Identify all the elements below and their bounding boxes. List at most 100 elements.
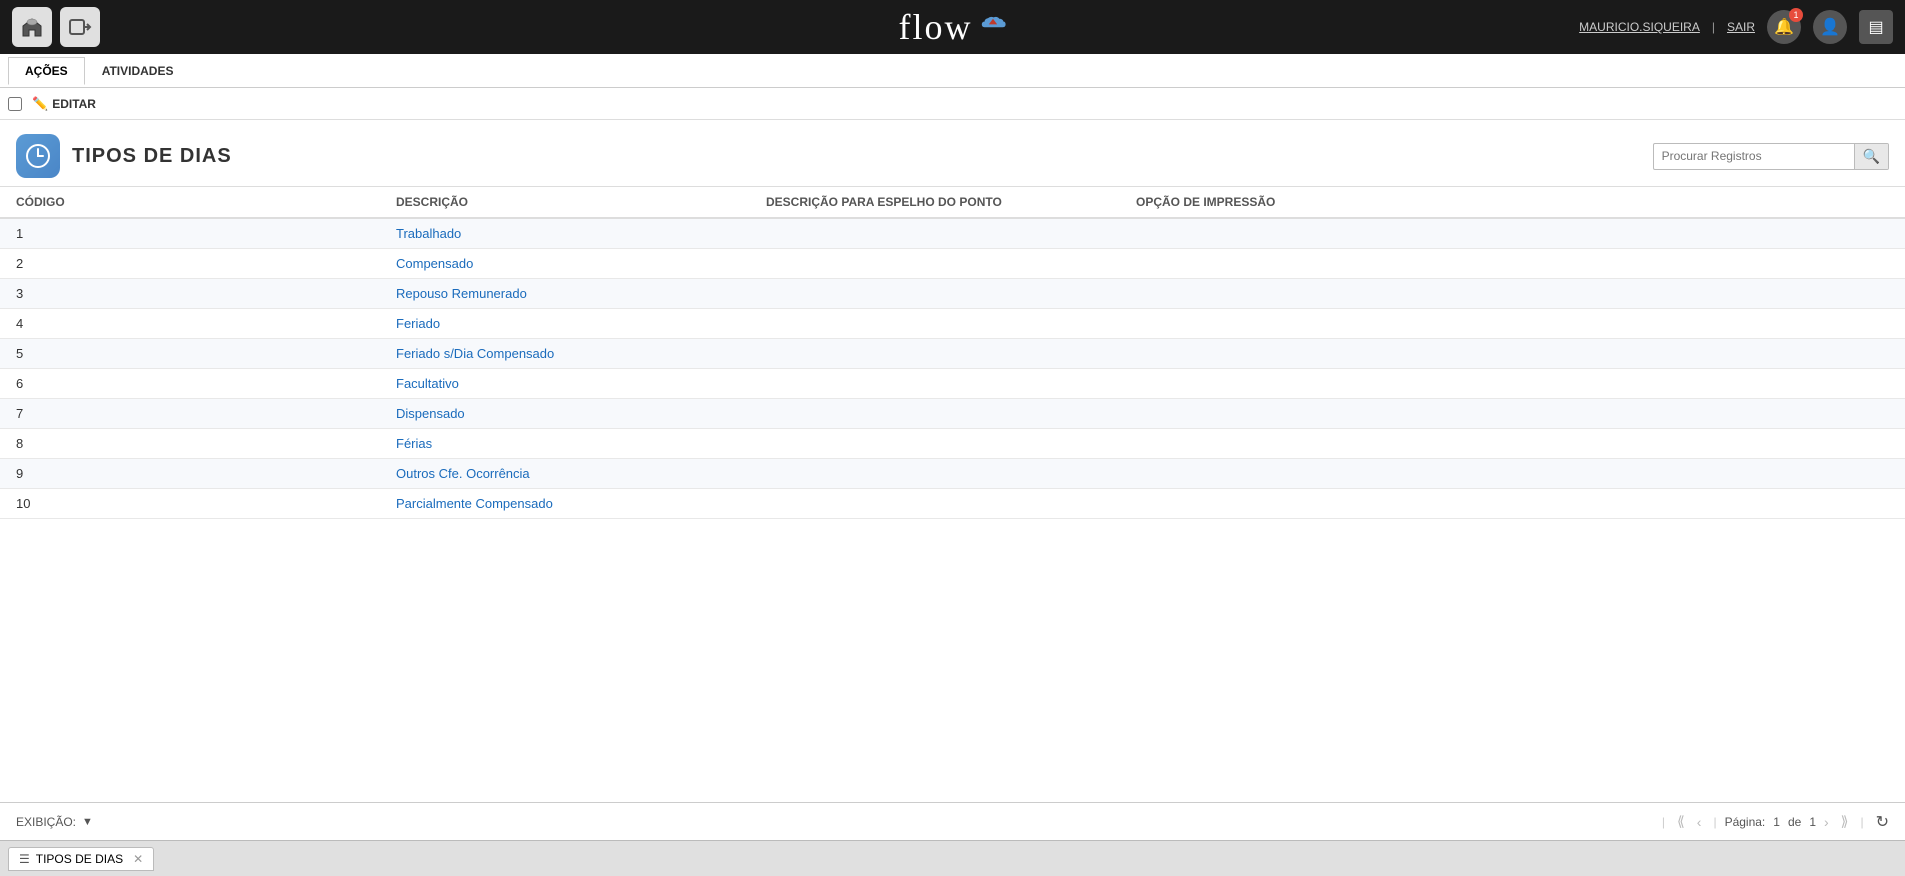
page-separator: de xyxy=(1788,815,1801,829)
cell-codigo: 5 xyxy=(0,339,380,369)
cell-descricao-espelho xyxy=(750,249,1120,279)
cell-descricao[interactable]: Feriado xyxy=(380,309,750,339)
cell-descricao-espelho xyxy=(750,369,1120,399)
prev-page-button[interactable]: ‹ xyxy=(1693,812,1706,832)
refresh-button[interactable]: ↻ xyxy=(1876,812,1889,832)
table-body: 1Trabalhado2Compensado3Repouso Remunerad… xyxy=(0,218,1905,519)
data-table: CÓDIGO DESCRIÇÃO DESCRIÇÃO PARA ESPELHO … xyxy=(0,186,1905,519)
navbar-left xyxy=(12,7,100,47)
cell-opcao-impressao xyxy=(1120,429,1905,459)
exibicao-dropdown-icon[interactable]: ▼ xyxy=(82,816,93,828)
cell-opcao-impressao xyxy=(1120,218,1905,249)
logout-nav-button[interactable] xyxy=(60,7,100,47)
cell-opcao-impressao xyxy=(1120,309,1905,339)
cell-codigo: 9 xyxy=(0,459,380,489)
navbar-center: flow xyxy=(899,6,1007,48)
cell-descricao-espelho xyxy=(750,279,1120,309)
tab-acoes[interactable]: AÇÕES xyxy=(8,57,85,85)
cell-descricao[interactable]: Repouso Remunerado xyxy=(380,279,750,309)
table-row[interactable]: 10Parcialmente Compensado xyxy=(0,489,1905,519)
notifications-button[interactable]: 🔔 1 xyxy=(1767,10,1801,44)
cell-descricao-espelho xyxy=(750,399,1120,429)
tab-atividades[interactable]: ATIVIDADES xyxy=(85,57,191,84)
cell-descricao-espelho xyxy=(750,489,1120,519)
bottom-tab-tipos-de-dias[interactable]: ☰ TIPOS DE DIAS ✕ xyxy=(8,847,154,871)
cell-opcao-impressao xyxy=(1120,369,1905,399)
cell-codigo: 6 xyxy=(0,369,380,399)
cell-descricao-espelho xyxy=(750,459,1120,489)
bottom-tab-icon: ☰ xyxy=(19,852,30,866)
cell-descricao-espelho xyxy=(750,429,1120,459)
cell-descricao[interactable]: Outros Cfe. Ocorrência xyxy=(380,459,750,489)
edit-button[interactable]: ✏️ EDITAR xyxy=(28,94,100,114)
exibicao-label: EXIBIÇÃO: xyxy=(16,815,76,829)
table-row[interactable]: 7Dispensado xyxy=(0,399,1905,429)
main-content: TIPOS DE DIAS 🔍 CÓDIGO DESCRIÇÃO DESCRIÇ… xyxy=(0,120,1905,802)
last-page-button[interactable]: ⟫ xyxy=(1837,811,1853,832)
col-header-opcao-impressao: OPÇÃO DE IMPRESSÃO xyxy=(1120,187,1905,219)
cell-descricao-espelho xyxy=(750,339,1120,369)
user-name-link[interactable]: MAURICIO.SIQUEIRA xyxy=(1579,20,1700,34)
page-icon xyxy=(16,134,60,178)
cell-descricao-espelho xyxy=(750,218,1120,249)
page-label: Página: xyxy=(1725,815,1766,829)
table-row[interactable]: 8Férias xyxy=(0,429,1905,459)
nav-separator: | xyxy=(1712,20,1715,34)
bottom-tab-close-button[interactable]: ✕ xyxy=(133,852,143,866)
navbar: flow MAURICIO.SIQUEIRA | SAIR 🔔 1 👤 ▤ xyxy=(0,0,1905,54)
footer-left: EXIBIÇÃO: ▼ xyxy=(16,815,93,829)
page-header-left: TIPOS DE DIAS xyxy=(16,134,232,178)
search-button[interactable]: 🔍 xyxy=(1854,144,1888,169)
cell-codigo: 8 xyxy=(0,429,380,459)
first-page-button[interactable]: ⟪ xyxy=(1673,811,1689,832)
user-avatar-button[interactable]: 👤 xyxy=(1813,10,1847,44)
table-row[interactable]: 4Feriado xyxy=(0,309,1905,339)
cell-descricao[interactable]: Férias xyxy=(380,429,750,459)
cell-opcao-impressao xyxy=(1120,339,1905,369)
table-row[interactable]: 5Feriado s/Dia Compensado xyxy=(0,339,1905,369)
search-input[interactable] xyxy=(1654,145,1854,167)
page-current: 1 xyxy=(1773,815,1780,829)
select-all-checkbox[interactable] xyxy=(8,97,22,111)
table-header-row: CÓDIGO DESCRIÇÃO DESCRIÇÃO PARA ESPELHO … xyxy=(0,187,1905,219)
col-header-descricao-espelho: DESCRIÇÃO PARA ESPELHO DO PONTO xyxy=(750,187,1120,219)
cell-descricao[interactable]: Trabalhado xyxy=(380,218,750,249)
table-row[interactable]: 1Trabalhado xyxy=(0,218,1905,249)
cell-descricao[interactable]: Facultativo xyxy=(380,369,750,399)
col-header-descricao: DESCRIÇÃO xyxy=(380,187,750,219)
cell-descricao[interactable]: Parcialmente Compensado xyxy=(380,489,750,519)
cell-descricao[interactable]: Dispensado xyxy=(380,399,750,429)
menu-button[interactable]: ▤ xyxy=(1859,10,1893,44)
edit-icon: ✏️ xyxy=(32,96,48,112)
col-header-codigo: CÓDIGO xyxy=(0,187,380,219)
footer-right: | ⟪ ‹ | Página: 1 de 1 › ⟫ | ↻ xyxy=(1658,811,1889,832)
footer: EXIBIÇÃO: ▼ | ⟪ ‹ | Página: 1 de 1 › ⟫ |… xyxy=(0,802,1905,840)
cell-codigo: 7 xyxy=(0,399,380,429)
cell-codigo: 3 xyxy=(0,279,380,309)
home-icon-button[interactable] xyxy=(12,7,52,47)
table-row[interactable]: 2Compensado xyxy=(0,249,1905,279)
cell-descricao[interactable]: Feriado s/Dia Compensado xyxy=(380,339,750,369)
cell-codigo: 4 xyxy=(0,309,380,339)
page-header: TIPOS DE DIAS 🔍 xyxy=(0,120,1905,186)
cell-opcao-impressao xyxy=(1120,489,1905,519)
bottom-tab-bar: ☰ TIPOS DE DIAS ✕ xyxy=(0,840,1905,876)
toolbar: ✏️ EDITAR xyxy=(0,88,1905,120)
navbar-right: MAURICIO.SIQUEIRA | SAIR 🔔 1 👤 ▤ xyxy=(1579,10,1893,44)
next-page-button[interactable]: › xyxy=(1820,812,1833,832)
cell-codigo: 10 xyxy=(0,489,380,519)
logout-link[interactable]: SAIR xyxy=(1727,20,1755,34)
table-row[interactable]: 9Outros Cfe. Ocorrência xyxy=(0,459,1905,489)
cell-opcao-impressao xyxy=(1120,279,1905,309)
cell-opcao-impressao xyxy=(1120,399,1905,429)
search-container: 🔍 xyxy=(1653,143,1889,170)
page-total: 1 xyxy=(1809,815,1816,829)
notification-badge: 1 xyxy=(1789,8,1803,22)
table-row[interactable]: 3Repouso Remunerado xyxy=(0,279,1905,309)
bottom-tab-label: TIPOS DE DIAS xyxy=(36,852,123,866)
table-row[interactable]: 6Facultativo xyxy=(0,369,1905,399)
page-title: TIPOS DE DIAS xyxy=(72,145,232,168)
cell-descricao[interactable]: Compensado xyxy=(380,249,750,279)
tab-bar: AÇÕES ATIVIDADES xyxy=(0,54,1905,88)
cell-codigo: 1 xyxy=(0,218,380,249)
